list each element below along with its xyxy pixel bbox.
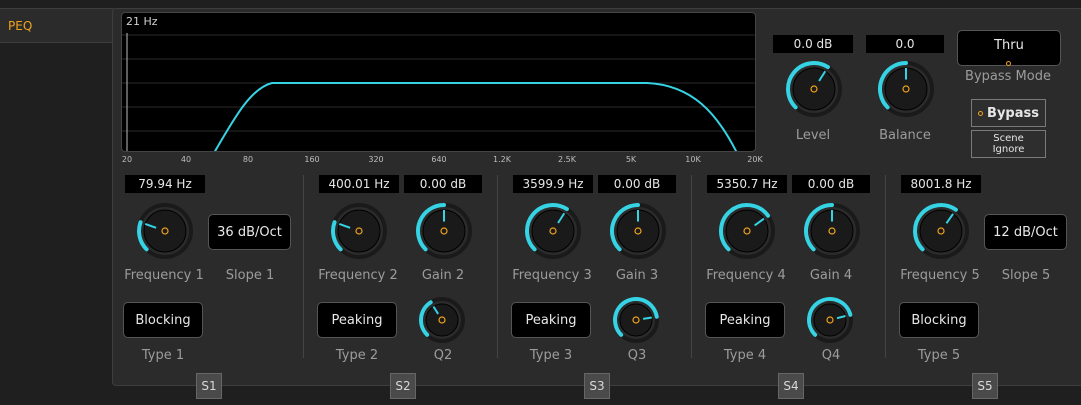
band4-type-label: Type 4 xyxy=(723,348,767,363)
x-tick: 320 xyxy=(368,155,384,164)
band3-switch-button[interactable]: S3 xyxy=(584,373,610,399)
band5-frequency-knob[interactable] xyxy=(912,202,970,264)
band3-type-selector[interactable]: Peaking xyxy=(511,302,591,338)
band4-type-selector[interactable]: Peaking xyxy=(705,302,785,338)
band4-q-knob[interactable] xyxy=(806,296,854,348)
band3-gain-label: Gain 3 xyxy=(615,268,659,283)
bypass-mode-value: Thru xyxy=(994,37,1024,53)
bypass-button-label: Bypass xyxy=(987,105,1039,121)
tab-peq[interactable]: PEQ xyxy=(0,8,118,43)
scene-ignore-line2: Ignore xyxy=(992,144,1025,155)
band3-type-label: Type 3 xyxy=(529,348,573,363)
band1-slope-label: Slope 1 xyxy=(225,268,275,283)
x-tick: 2.5K xyxy=(558,155,576,164)
eq-response-curve-svg xyxy=(122,33,755,151)
x-tick: 10K xyxy=(685,155,701,164)
band2-frequency-label: Frequency 2 xyxy=(318,268,398,283)
band4-gain-display: 0.00 dB xyxy=(792,175,870,193)
band1-frequency-display: 79.94 Hz xyxy=(125,175,205,193)
tab-peq-label: PEQ xyxy=(8,19,33,33)
band3-gain-display: 0.00 dB xyxy=(598,175,676,193)
band4-frequency-knob[interactable] xyxy=(718,202,776,264)
band2-q-knob[interactable] xyxy=(418,296,466,348)
scene-ignore-button[interactable]: Scene Ignore xyxy=(971,130,1046,158)
knob-pointer xyxy=(642,316,652,320)
band3-frequency-display: 3599.9 Hz xyxy=(513,175,593,193)
band2-gain-display: 0.00 dB xyxy=(404,175,482,193)
band5-frequency-display: 8001.8 Hz xyxy=(901,175,981,193)
band3-q-knob[interactable] xyxy=(612,296,660,348)
level-label: Level xyxy=(795,128,831,143)
band2-gain-label: Gain 2 xyxy=(421,268,465,283)
band2-q-label: Q2 xyxy=(433,348,453,363)
band3-gain-knob[interactable] xyxy=(609,202,667,264)
band4-frequency-label: Frequency 4 xyxy=(706,268,786,283)
level-knob[interactable] xyxy=(785,60,843,122)
bypass-mode-label: Bypass Mode xyxy=(965,69,1051,84)
band4-q-label: Q4 xyxy=(821,348,841,363)
band3-frequency-label: Frequency 3 xyxy=(512,268,592,283)
band1-frequency-label: Frequency 1 xyxy=(124,268,204,283)
band3-q-label: Q3 xyxy=(627,348,647,363)
band2-frequency-knob[interactable] xyxy=(330,202,388,264)
x-tick: 80 xyxy=(242,155,254,164)
x-tick: 20 xyxy=(121,155,133,164)
bypass-indicator-icon xyxy=(978,110,984,116)
band-separator xyxy=(691,175,692,358)
band5-slope-selector[interactable]: 12 dB/Oct xyxy=(984,214,1067,250)
frequency-readout: 21 Hz xyxy=(126,15,158,28)
x-tick: 160 xyxy=(304,155,320,164)
band2-gain-knob[interactable] xyxy=(415,202,473,264)
band4-gain-label: Gain 4 xyxy=(809,268,853,283)
x-tick: 20K xyxy=(747,155,763,164)
x-tick: 1.2K xyxy=(493,155,511,164)
balance-value-display: 0.0 xyxy=(866,35,944,53)
band-separator xyxy=(497,175,498,358)
eq-response-graph[interactable]: 21 Hz xyxy=(121,12,756,152)
band3-frequency-knob[interactable] xyxy=(524,202,582,264)
band1-type-selector[interactable]: Blocking xyxy=(123,302,203,338)
x-tick: 40 xyxy=(180,155,192,164)
band2-switch-button[interactable]: S2 xyxy=(390,373,416,399)
band1-slope-selector[interactable]: 36 dB/Oct xyxy=(208,214,291,250)
response-curve xyxy=(214,82,738,151)
band4-switch-button[interactable]: S4 xyxy=(778,373,804,399)
balance-label: Balance xyxy=(879,128,931,143)
band1-type-label: Type 1 xyxy=(141,348,185,363)
band-separator xyxy=(885,175,886,358)
band5-type-label: Type 5 xyxy=(917,348,961,363)
band2-frequency-display: 400.01 Hz xyxy=(319,175,399,193)
band5-type-selector[interactable]: Blocking xyxy=(899,302,979,338)
bypass-mode-selector[interactable]: Thru xyxy=(957,30,1061,66)
band2-type-selector[interactable]: Peaking xyxy=(317,302,397,338)
band1-switch-button[interactable]: S1 xyxy=(196,373,222,399)
band2-type-label: Type 2 xyxy=(335,348,379,363)
x-tick: 5K xyxy=(625,155,637,164)
band4-frequency-display: 5350.7 Hz xyxy=(707,175,787,193)
band5-switch-button[interactable]: S5 xyxy=(972,373,998,399)
band5-slope-label: Slope 5 xyxy=(1001,268,1051,283)
band-separator xyxy=(303,175,304,358)
band1-frequency-knob[interactable] xyxy=(136,202,194,264)
band5-frequency-label: Frequency 5 xyxy=(900,268,980,283)
level-value-display: 0.0 dB xyxy=(773,35,853,53)
band4-gain-knob[interactable] xyxy=(803,202,861,264)
balance-knob[interactable] xyxy=(877,60,935,122)
bypass-mode-indicator-icon xyxy=(1006,61,1011,66)
bypass-button[interactable]: Bypass xyxy=(971,99,1046,127)
graph-x-axis: 20 40 80 160 320 640 1.2K 2.5K 5K 10K 20… xyxy=(121,155,763,167)
x-tick: 640 xyxy=(431,155,447,164)
scene-ignore-line1: Scene xyxy=(993,133,1024,144)
